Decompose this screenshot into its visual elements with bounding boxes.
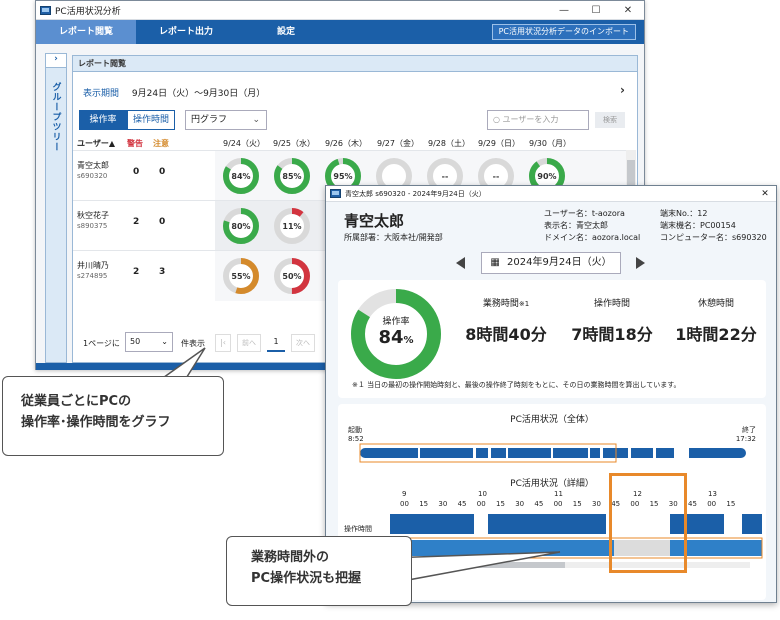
callout-left-line: 操作率･操作時間をグラフ (21, 415, 171, 430)
callout-bottom-pointer (386, 551, 561, 581)
callout-pointers (157, 347, 561, 581)
callout-bottom-line: 業務時間外の (251, 550, 330, 565)
callout-left: 従業員ごとにPCの 操作率･操作時間をグラフ (2, 376, 224, 456)
callout-bottom-line: PC操作状況も把握 (251, 571, 362, 586)
callout-bottom: 業務時間外の PC操作状況も把握 (226, 536, 412, 606)
callout-left-line: 従業員ごとにPCの (21, 394, 132, 409)
